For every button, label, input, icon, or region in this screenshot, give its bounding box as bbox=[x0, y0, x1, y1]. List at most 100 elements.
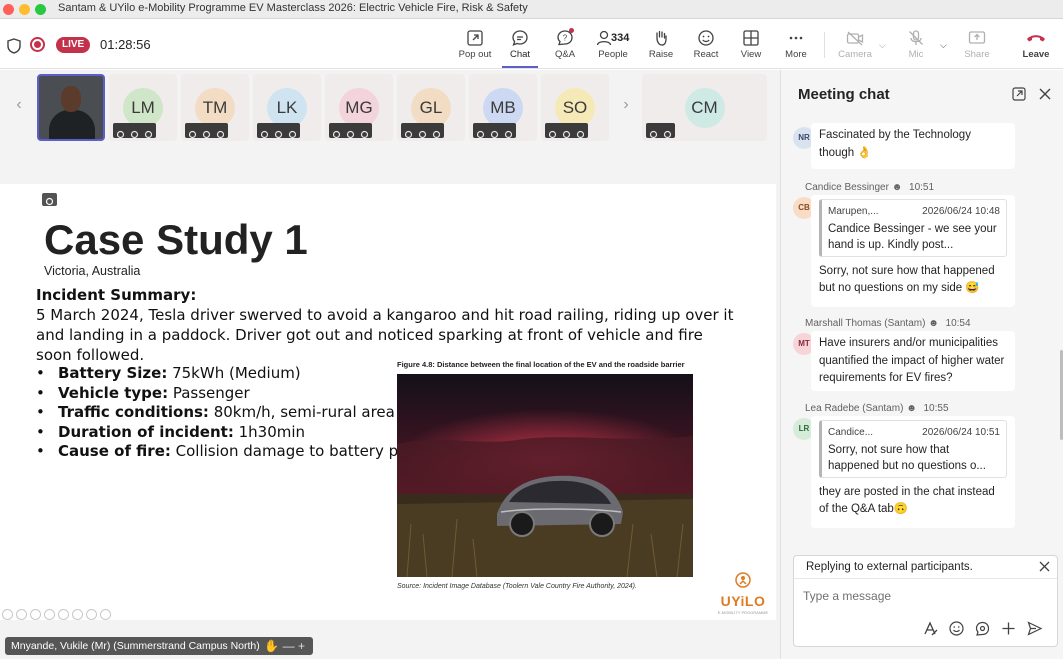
grid-view-icon[interactable] bbox=[58, 609, 69, 620]
participant-tile[interactable]: TM bbox=[181, 74, 249, 141]
people-label: People bbox=[598, 49, 628, 60]
external-user-icon bbox=[116, 126, 125, 139]
chat-popout-icon[interactable] bbox=[1012, 87, 1026, 101]
participant-status-bar bbox=[401, 123, 444, 139]
participant-tile[interactable]: GL bbox=[397, 74, 465, 141]
chat-close-icon[interactable] bbox=[1038, 87, 1052, 101]
quote-author: Candice... bbox=[828, 427, 874, 438]
chat-message: Have insurers and/or municipalities quan… bbox=[811, 331, 1015, 391]
participant-tile[interactable]: MG bbox=[325, 74, 393, 141]
zoom-icon[interactable] bbox=[72, 609, 83, 620]
mic-muted-icon bbox=[288, 126, 297, 139]
captions-icon[interactable] bbox=[86, 609, 97, 620]
add-icon[interactable] bbox=[1000, 620, 1017, 637]
pen-icon[interactable] bbox=[30, 609, 41, 620]
window-close-button[interactable] bbox=[3, 4, 14, 15]
message-meta: Lea Radebe (Santam) ☻ 10:55 bbox=[805, 403, 949, 414]
external-user-icon bbox=[404, 126, 413, 139]
participant-tile[interactable]: LK bbox=[253, 74, 321, 141]
external-user-icon bbox=[476, 126, 485, 139]
mic-options-chevron-icon[interactable]: ⌵ bbox=[940, 40, 947, 51]
window-title: Santam & UYilo e-Mobility Programme EV M… bbox=[58, 2, 528, 14]
emoji-icon[interactable] bbox=[948, 620, 965, 637]
camera-options-chevron-icon[interactable]: ⌵ bbox=[879, 40, 886, 51]
fact-value: Collision damage to battery pack bbox=[170, 442, 425, 460]
message-time: 10:51 bbox=[909, 182, 935, 193]
camera-off-icon bbox=[490, 126, 499, 139]
participant-tile[interactable]: SO bbox=[541, 74, 609, 141]
slide-subtitle: Victoria, Australia bbox=[44, 264, 141, 278]
mic-muted-icon bbox=[504, 126, 513, 139]
fact-item: Cause of fire: Collision damage to batte… bbox=[36, 442, 424, 462]
video-tile-presenter[interactable] bbox=[37, 74, 105, 141]
presenter-video-body bbox=[49, 110, 95, 139]
participant-avatar: MG bbox=[339, 88, 379, 128]
participant-tile[interactable]: LM bbox=[109, 74, 177, 141]
uyilo-logo: UYiLO E-MOBILITY PROGRAMME bbox=[714, 572, 772, 616]
participant-tile[interactable]: MB bbox=[469, 74, 537, 141]
window-titlebar: Santam & UYilo e-Mobility Programme EV M… bbox=[0, 0, 1063, 19]
incident-facts-list: Battery Size: 75kWh (Medium) Vehicle typ… bbox=[36, 364, 424, 462]
fact-value: 1h30min bbox=[233, 422, 306, 441]
quoted-reply[interactable]: Candice... 2026/06/24 10:51 Sorry, not su… bbox=[819, 420, 1007, 478]
participant-status-bar bbox=[113, 123, 156, 139]
more-button[interactable]: More bbox=[770, 26, 822, 66]
figure-caption: Figure 4.8: Distance between the final l… bbox=[397, 360, 685, 369]
quote-text: Sorry, not sure how that happened but no… bbox=[828, 443, 986, 472]
grid-icon bbox=[743, 30, 759, 46]
minimize-icon[interactable]: — bbox=[283, 639, 295, 653]
fact-item: Duration of incident: 1h30min bbox=[36, 423, 424, 443]
shield-icon[interactable] bbox=[7, 38, 21, 54]
loop-icon[interactable] bbox=[974, 620, 991, 637]
message-text: Sorry, not sure how that happened but no… bbox=[819, 264, 995, 295]
mic-muted-icon bbox=[663, 126, 672, 139]
chat-message-list[interactable]: NR Fascinated by the Technology though 👌… bbox=[781, 118, 1063, 548]
send-icon[interactable] bbox=[1026, 620, 1043, 637]
external-user-icon bbox=[188, 126, 197, 139]
message-time: 10:55 bbox=[923, 403, 949, 414]
fact-label: Duration of incident: bbox=[58, 422, 234, 441]
external-user-icon bbox=[260, 126, 269, 139]
dismiss-banner-close-icon[interactable] bbox=[1038, 560, 1051, 573]
share-icon bbox=[968, 31, 986, 44]
leave-button[interactable]: Leave bbox=[1010, 26, 1062, 66]
more-options-icon[interactable] bbox=[100, 609, 111, 620]
reply-banner-text: Replying to external participants. bbox=[806, 561, 973, 573]
burnt-car-photo bbox=[397, 374, 693, 577]
figure-source: Source: Incident Image Database (Toolern… bbox=[397, 583, 637, 590]
mic-muted-icon bbox=[576, 126, 585, 139]
next-slide-icon[interactable] bbox=[16, 609, 27, 620]
prev-slide-icon[interactable] bbox=[2, 609, 13, 620]
share-button[interactable]: Share bbox=[951, 26, 1003, 66]
mic-off-icon bbox=[909, 30, 923, 45]
quoted-reply[interactable]: Marupen,... 2026/06/24 10:48 Candice Bess… bbox=[819, 199, 1007, 257]
popout-icon bbox=[467, 30, 483, 46]
fact-item: Battery Size: 75kWh (Medium) bbox=[36, 364, 424, 384]
camera-button[interactable]: Camera bbox=[829, 26, 881, 66]
message-meta: Candice Bessinger ☻ 10:51 bbox=[805, 182, 934, 193]
message-text: they are posted in the chat instead of t… bbox=[819, 485, 995, 516]
chat-header: Meeting chat bbox=[781, 70, 1063, 118]
participant-avatar: GL bbox=[411, 88, 451, 128]
laser-icon[interactable] bbox=[44, 609, 55, 620]
external-user-icon bbox=[548, 126, 557, 139]
participant-status-bar bbox=[185, 123, 228, 139]
window-minimize-button[interactable] bbox=[19, 4, 30, 15]
mic-button[interactable]: Mic bbox=[890, 26, 942, 66]
qa-button[interactable]: ? Q&A bbox=[539, 26, 591, 66]
message-input[interactable]: Type a message bbox=[803, 589, 891, 603]
uyilo-logo-mark-icon bbox=[735, 572, 751, 588]
smiley-icon bbox=[698, 30, 714, 46]
participant-avatar: LK bbox=[267, 88, 307, 128]
strip-prev-chevron-icon[interactable]: ‹ bbox=[12, 96, 26, 114]
window-zoom-button[interactable] bbox=[35, 4, 46, 15]
phone-hangup-icon bbox=[1027, 35, 1045, 42]
format-icon[interactable] bbox=[922, 620, 939, 637]
chat-icon bbox=[512, 30, 528, 46]
participant-tile[interactable]: CM bbox=[642, 74, 767, 141]
fact-item: Traffic conditions: 80km/h, semi-rural a… bbox=[36, 403, 424, 423]
chat-title: Meeting chat bbox=[798, 86, 890, 103]
expand-icon[interactable]: + bbox=[298, 639, 305, 653]
strip-next-chevron-icon[interactable]: › bbox=[619, 96, 633, 114]
meeting-toolbar: LIVE 01:28:56 Pop out Chat ? Q&A People … bbox=[0, 20, 1063, 69]
